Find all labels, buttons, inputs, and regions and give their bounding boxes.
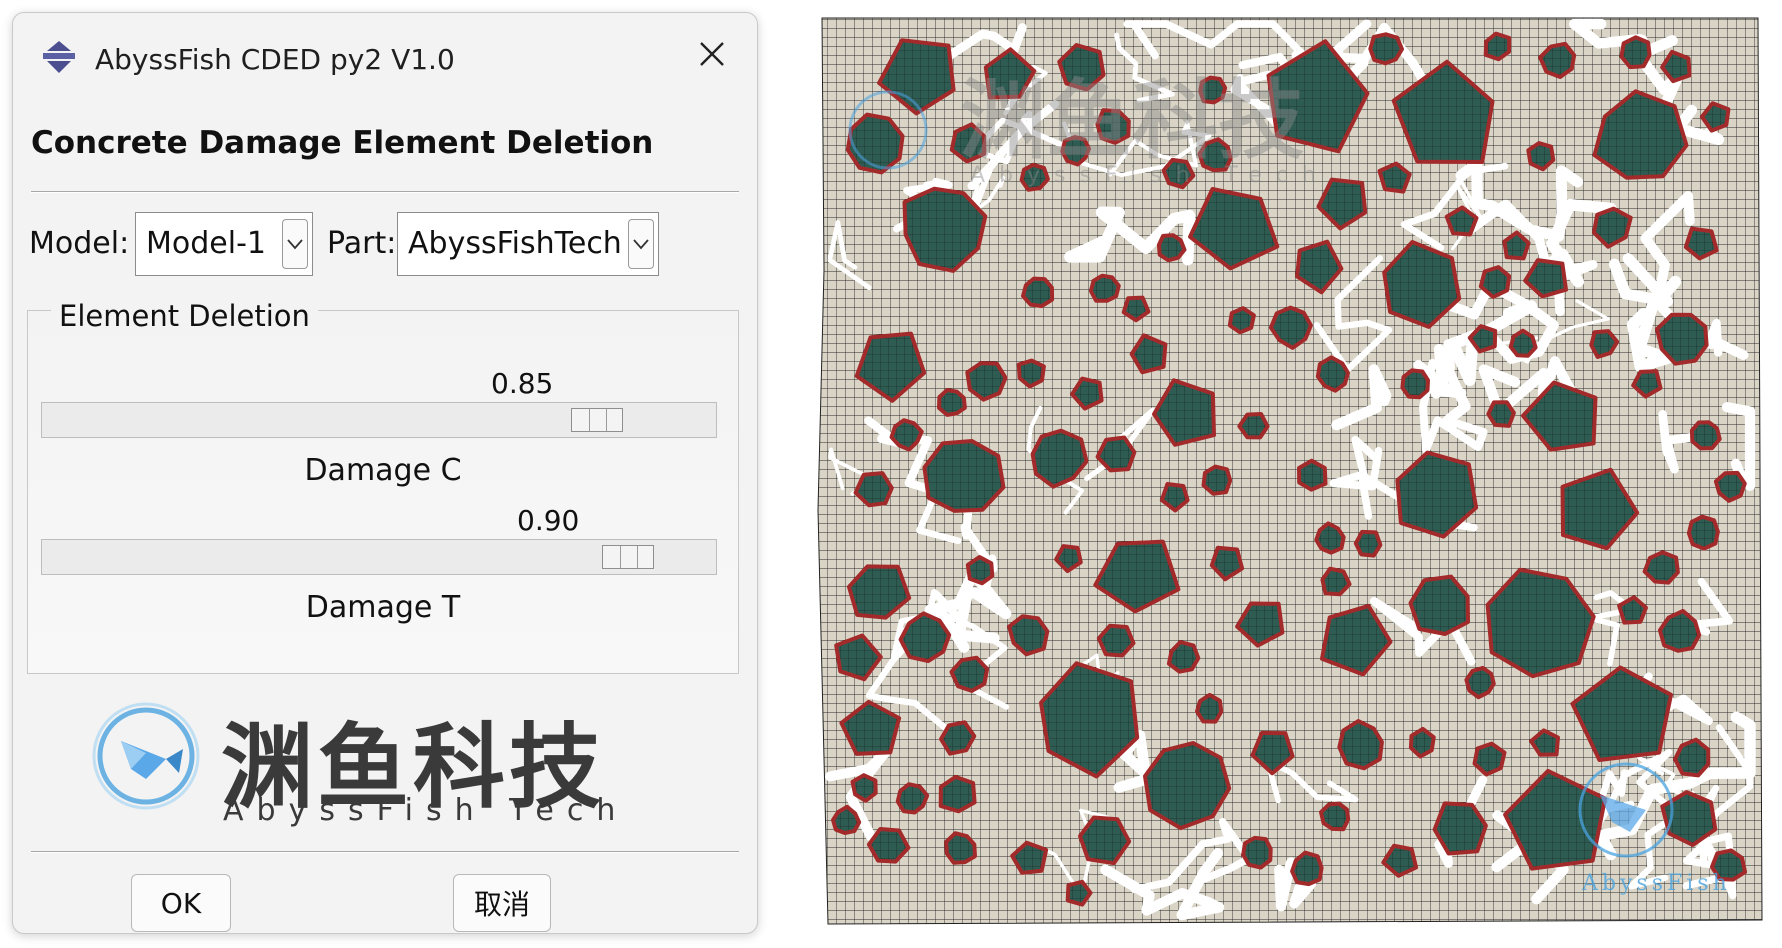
fish-logo-icon bbox=[92, 702, 200, 810]
aggregate-particle bbox=[1314, 521, 1346, 555]
aggregate-particle bbox=[1472, 741, 1507, 777]
aggregate-particle bbox=[1368, 32, 1404, 66]
aggregate-particle bbox=[895, 782, 930, 815]
aggregate-particle bbox=[1021, 276, 1055, 309]
aggregate-particle bbox=[1526, 141, 1556, 172]
corner-watermark: AbyssFish bbox=[1581, 871, 1731, 896]
aggregate-particle bbox=[1315, 355, 1350, 393]
aggregate-particle bbox=[1353, 529, 1383, 558]
aggregate-particle bbox=[853, 471, 894, 508]
aggregate-particle bbox=[1478, 265, 1512, 299]
part-label: Part: bbox=[327, 226, 397, 261]
mesh-watermark-cn: 渊鱼科技 bbox=[960, 71, 1304, 171]
close-button[interactable] bbox=[685, 29, 739, 79]
damage-t-slider[interactable] bbox=[41, 539, 717, 575]
aggregate-particle bbox=[965, 361, 1008, 402]
aggregate-particle bbox=[850, 773, 878, 803]
aggregate-particle bbox=[937, 388, 967, 417]
aggregate-particle bbox=[1337, 719, 1384, 771]
aggregate-particle bbox=[965, 555, 995, 586]
aggregate-particle bbox=[1241, 835, 1273, 870]
aggregate-particle bbox=[1095, 435, 1137, 473]
aggregate-particle bbox=[1195, 692, 1224, 724]
aggregate-particle bbox=[1088, 273, 1121, 303]
cancel-button[interactable]: 取消 bbox=[453, 874, 551, 932]
damage-t-slider-handle[interactable] bbox=[602, 545, 654, 569]
model-combobox[interactable]: Model-1 bbox=[135, 212, 313, 276]
aggregate-particle bbox=[938, 774, 977, 814]
aggregate-particle bbox=[922, 439, 1006, 513]
part-value: AbyssFishTech bbox=[408, 226, 622, 261]
brand-logo: 渊鱼科技 AbyssFish Tech bbox=[91, 693, 691, 828]
aggregate-particle bbox=[1673, 737, 1711, 778]
aggregate-particle bbox=[1408, 574, 1470, 636]
ok-button[interactable]: OK bbox=[131, 874, 231, 932]
close-icon bbox=[700, 42, 724, 66]
damage-c-slider[interactable] bbox=[41, 402, 717, 438]
aggregate-particle bbox=[1201, 464, 1233, 496]
aggregate-particle bbox=[1483, 31, 1512, 62]
damage-c-caption: Damage C bbox=[304, 453, 462, 488]
aggregate-particle bbox=[1065, 879, 1093, 907]
aggregate-particle bbox=[1432, 801, 1488, 856]
aggregate-particle bbox=[1096, 623, 1136, 658]
group-title: Element Deletion bbox=[51, 299, 318, 333]
aggregate-particle bbox=[1156, 233, 1187, 263]
part-dropdown-button[interactable] bbox=[628, 219, 654, 269]
aggregate-particle bbox=[1400, 368, 1430, 400]
title-bar[interactable]: AbyssFish CDED py2 V1.0 bbox=[13, 13, 757, 95]
aggregate-particle bbox=[845, 112, 905, 175]
damage-c-slider-handle[interactable] bbox=[571, 408, 623, 432]
divider bbox=[31, 191, 739, 193]
part-combobox[interactable]: AbyssFishTech bbox=[397, 212, 659, 276]
dialog-heading: Concrete Damage Element Deletion bbox=[31, 125, 654, 161]
aggregate-particle bbox=[1642, 550, 1680, 585]
aggregate-particle bbox=[1486, 400, 1516, 428]
aggregate-particle bbox=[1408, 726, 1436, 759]
model-dropdown-button[interactable] bbox=[282, 219, 308, 269]
logo-english-text: AbyssFish Tech bbox=[223, 793, 629, 828]
aggregate-particle bbox=[1320, 566, 1352, 597]
fe-mesh-view: 渊鱼科技 AbyssFish Tech AbyssFish bbox=[800, 10, 1776, 940]
aggregate-particle bbox=[1227, 306, 1256, 335]
aggregate-particle bbox=[1237, 412, 1270, 440]
damage-t-value: 0.90 bbox=[517, 504, 580, 537]
damage-mesh-image: 渊鱼科技 AbyssFish Tech AbyssFish bbox=[817, 17, 1763, 925]
aggregate-particle bbox=[1319, 801, 1351, 832]
chevron-down-icon bbox=[633, 239, 649, 250]
aggregate-particle bbox=[1689, 420, 1722, 451]
aggregate-particle bbox=[1686, 514, 1720, 551]
window-title: AbyssFish CDED py2 V1.0 bbox=[95, 43, 455, 76]
aggregate-particle bbox=[1297, 458, 1328, 492]
aggregate-particle bbox=[866, 827, 911, 864]
cded-dialog: AbyssFish CDED py2 V1.0 Concrete Damage … bbox=[12, 12, 758, 934]
aggregate-particle bbox=[1619, 35, 1652, 70]
model-value: Model-1 bbox=[146, 226, 266, 261]
aggregate-particle bbox=[1016, 358, 1046, 389]
mesh-watermark-en: AbyssFish Tech bbox=[970, 163, 1330, 188]
divider bbox=[31, 851, 739, 853]
damage-c-value: 0.85 bbox=[491, 367, 554, 400]
aggregate-particle bbox=[1508, 328, 1538, 358]
aggregate-particle bbox=[1464, 665, 1496, 700]
app-icon bbox=[43, 41, 75, 73]
damage-t-caption: Damage T bbox=[305, 590, 461, 625]
chevron-down-icon bbox=[287, 239, 303, 250]
model-label: Model: bbox=[29, 226, 130, 261]
aggregate-particle bbox=[944, 831, 977, 865]
